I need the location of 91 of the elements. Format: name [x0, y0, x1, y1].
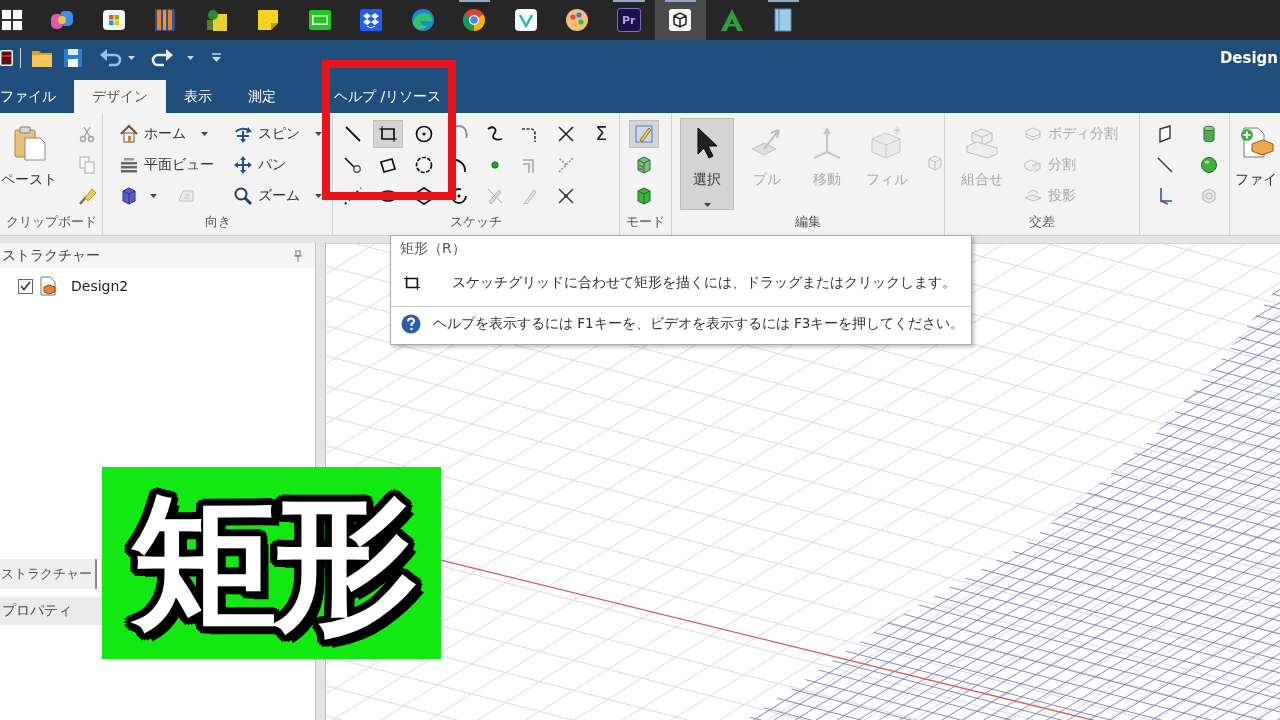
rectangle-icon [403, 274, 421, 292]
store-icon [101, 8, 126, 32]
box-tile-icon [359, 8, 384, 32]
tangent-line-icon [342, 154, 363, 175]
ribbon-button[interactable]: スピン [229, 119, 326, 148]
dotted-line-icon [342, 185, 363, 206]
running-indicator [664, 0, 696, 2]
screen-tile-icon [307, 8, 332, 32]
ribbon-tab[interactable]: ヘルプ /リソース [294, 80, 460, 113]
pin-icon[interactable] [293, 249, 303, 262]
caption-banner: 矩形 [102, 467, 441, 659]
copy-icon [77, 154, 97, 175]
group-label: スケッチ [449, 213, 503, 231]
running-indicator [767, 0, 799, 2]
taskbar-button[interactable] [654, 0, 706, 40]
cross-icon [555, 123, 576, 144]
ribbon-button[interactable]: ズーム [229, 181, 326, 210]
sticky-note-icon [256, 8, 281, 32]
help-icon [401, 314, 421, 334]
help-hint: ヘルプを表示するには F1キーを、ビデオを表示するには F3キーを押してください。 [433, 315, 965, 333]
large-ribbon-button[interactable]: 選択 [680, 118, 734, 210]
app-tile: Pr [616, 8, 641, 32]
window-title: Design [1219, 48, 1279, 67]
group-label: 交差 [1028, 213, 1056, 231]
panel-tab[interactable]: ストラクチャー [0, 559, 97, 589]
pencil-grid-icon [634, 123, 654, 144]
redo-icon[interactable] [151, 48, 173, 67]
group-label: モード [625, 213, 666, 231]
caret-icon [201, 131, 208, 136]
striped-tile-icon [153, 8, 178, 32]
character-icon [204, 8, 229, 32]
ribbon-button[interactable]: パン [229, 150, 290, 179]
magnifier-icon [233, 185, 253, 206]
check-tile-icon [513, 8, 538, 32]
file-insert-icon [1238, 125, 1274, 161]
tooltip-title: 矩形（R） [400, 239, 467, 257]
line-icon [1155, 154, 1175, 175]
caret-icon [315, 131, 322, 136]
tree-item[interactable]: Design2 [71, 278, 129, 294]
group-label: 編集 [794, 213, 822, 231]
tick-icon [20, 281, 31, 291]
ribbon-tab[interactable]: 測定 [230, 80, 294, 113]
windows-icon [1, 9, 23, 31]
stacked-boxes-icon [964, 125, 1000, 161]
running-indicator [458, 0, 490, 2]
caret-icon[interactable] [128, 55, 135, 60]
sphere-icon [1199, 154, 1219, 175]
app-logo-icon[interactable] [0, 48, 13, 67]
swirl-icon [410, 8, 435, 32]
cube-tile-icon [668, 8, 693, 32]
ribbon-tab[interactable]: 表示 [166, 80, 230, 113]
ribbon-tab[interactable]: ファイル [0, 80, 74, 113]
solid-cube-icon [634, 185, 654, 206]
large-ribbon-button[interactable]: ファイ [1232, 118, 1280, 210]
striped-cube-icon [634, 154, 654, 175]
cross-dot-icon [555, 185, 576, 206]
taskbar-button[interactable]: Pr [603, 0, 655, 40]
ribbon-button[interactable]: ホーム [115, 119, 212, 148]
checkbox[interactable] [18, 278, 33, 294]
panel-title: ストラクチャー [2, 246, 100, 265]
segmented-circle-icon [462, 8, 487, 32]
undo-icon[interactable] [100, 48, 122, 67]
running-indicator [613, 0, 645, 2]
tooltip-description: スケッチグリッドに合わせて矩形を描くには、ドラッグまたはクリックします。 [452, 274, 956, 292]
clipboard-icon [11, 125, 47, 161]
customize-caret-icon[interactable] [212, 53, 221, 62]
ribbon-tab[interactable]: デザイン [74, 80, 166, 113]
tool-button[interactable]: Σ [586, 119, 617, 148]
circle-center-icon [413, 123, 434, 144]
group-label: 向き [203, 213, 232, 231]
group-label: クリップボード [4, 213, 98, 231]
folder-icon[interactable] [32, 48, 52, 67]
blob-icon [50, 8, 75, 32]
move-arrows-icon [233, 154, 253, 175]
house-icon [119, 123, 139, 144]
caret-icon [150, 193, 157, 198]
dashed-circle-icon [413, 154, 434, 175]
palette-icon [565, 8, 590, 32]
ribbon-button[interactable]: 平面ビュー [115, 150, 218, 179]
panel-title: プロパティ [2, 602, 72, 620]
save-icon[interactable] [64, 48, 82, 67]
rectangle-icon [378, 123, 399, 144]
cube-icon [119, 185, 139, 206]
document-icon [38, 276, 58, 296]
tool-button[interactable] [373, 119, 404, 148]
large-ribbon-button[interactable]: ペースト [0, 118, 58, 210]
line-icon [342, 123, 363, 144]
caret-icon[interactable] [187, 55, 194, 60]
caret-icon [315, 193, 322, 198]
peak-icon [719, 8, 744, 32]
caret-icon [703, 203, 711, 207]
